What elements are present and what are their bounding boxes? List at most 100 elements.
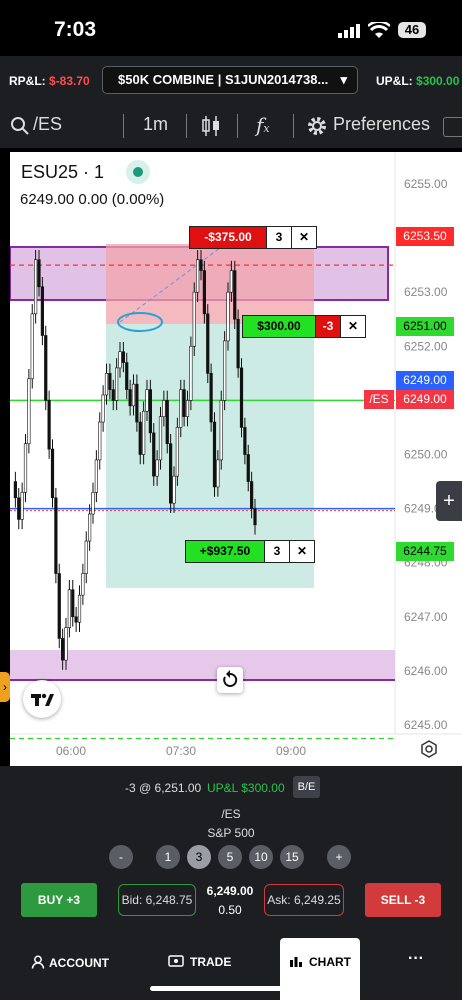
price-chart[interactable]: 6255.006254.006253.006252.006251.006250.…: [10, 152, 462, 766]
candle: [47, 400, 51, 450]
candle: [219, 400, 223, 461]
candle: [64, 627, 68, 661]
close-icon[interactable]: ✕: [289, 541, 314, 562]
qty-decrease-button[interactable]: -: [109, 845, 133, 869]
candle: [142, 410, 146, 455]
candle: [233, 270, 237, 320]
ask-price[interactable]: Ask: 6,249.25: [264, 884, 344, 916]
last-price-tag: 6249.00: [396, 390, 454, 409]
price-tick-label: 6255.00: [404, 177, 448, 191]
price-tick-label: 6252.00: [404, 339, 448, 353]
candle: [91, 492, 95, 515]
target-order-label[interactable]: +$937.50 3 ✕: [185, 540, 315, 563]
wifi-icon: [367, 20, 391, 44]
entry-price-tag: 6251.00: [396, 317, 454, 336]
candle: [226, 291, 230, 342]
account-selector[interactable]: $50K COMBINE | S1JUN2014738... ▾: [102, 66, 358, 94]
candle: [44, 335, 48, 401]
gear-icon[interactable]: [306, 115, 328, 142]
unrealized-pnl: UP&L: $300.00: [376, 74, 459, 88]
candle: [179, 389, 183, 428]
qty-3-button[interactable]: 3: [187, 845, 211, 869]
close-icon[interactable]: ✕: [340, 316, 365, 337]
candle: [185, 400, 190, 417]
candle: [40, 286, 44, 336]
reset-icon: [223, 670, 238, 687]
candle: [162, 400, 166, 417]
bar-chart-icon: [290, 957, 302, 967]
chart-settings-icon[interactable]: [420, 740, 438, 763]
sell-button[interactable]: SELL -3: [365, 883, 441, 917]
candle: [138, 421, 142, 455]
candle: [54, 497, 58, 574]
nav-chart[interactable]: CHART: [289, 955, 351, 969]
last-trade-price: 6,249.00: [206, 884, 254, 898]
rpl-label: RP&L:: [9, 74, 46, 88]
candle: [189, 346, 193, 401]
stop-order-label[interactable]: -$375.00 3 ✕: [189, 226, 317, 249]
tradingview-logo[interactable]: [23, 680, 61, 718]
toolbar-divider: [237, 114, 238, 138]
nav-more[interactable]: ···: [408, 950, 424, 968]
toolbar-overflow[interactable]: [443, 117, 462, 137]
candle: [121, 351, 125, 363]
candle: [20, 492, 24, 520]
entry-order-label[interactable]: $300.00 -3 ✕: [242, 315, 366, 338]
add-overlay-button[interactable]: +: [436, 481, 462, 521]
person-icon: [31, 955, 45, 969]
position-upl: UP&L $300.00: [207, 781, 285, 795]
nav-trade[interactable]: TRADE: [168, 955, 231, 969]
candle: [111, 389, 115, 401]
candle: [81, 573, 85, 596]
candle: [101, 394, 105, 423]
qty-10-button[interactable]: 10: [249, 845, 273, 869]
price-tick-label: 6253.00: [404, 285, 448, 299]
reset-chart-button[interactable]: [217, 667, 243, 693]
interval-button[interactable]: 1m: [143, 114, 168, 135]
drawing-panel-toggle[interactable]: ›: [0, 672, 10, 702]
target-qty: 3: [264, 541, 289, 562]
qty-increase-button[interactable]: +: [327, 845, 351, 869]
candle: [239, 367, 244, 428]
home-indicator: [150, 986, 312, 991]
instrument-symbol: /ES: [221, 807, 241, 821]
candle: [61, 638, 65, 661]
candle: [165, 400, 169, 444]
toolbar-divider: [186, 114, 187, 138]
instrument-name: S&P 500: [207, 826, 255, 840]
candles-icon[interactable]: [201, 115, 221, 142]
close-icon[interactable]: ✕: [291, 227, 316, 248]
candle: [23, 443, 28, 493]
nav-account[interactable]: ACCOUNT: [31, 955, 109, 970]
price-tick-label: 6247.00: [404, 610, 448, 624]
symbol-search[interactable]: /ES: [33, 114, 62, 135]
price-tick-label: 6250.00: [404, 448, 448, 462]
ticket-icon: [168, 955, 184, 967]
upl-value: $300.00: [416, 74, 460, 88]
chart-quote: 6249.00 0.00 (0.00%): [20, 191, 165, 208]
search-icon[interactable]: [10, 116, 30, 141]
qty-1-button[interactable]: 1: [156, 845, 180, 869]
price-tick-label: 6246.00: [404, 664, 448, 678]
candle: [175, 427, 179, 477]
target-pnl: +$937.50: [186, 541, 264, 562]
breakeven-button[interactable]: B/E: [293, 776, 320, 798]
time-tick-label: 06:00: [56, 744, 86, 758]
buy-button[interactable]: BUY +3: [21, 883, 97, 917]
candle: [17, 497, 21, 520]
spread-value: 0.50: [218, 903, 242, 917]
candle: [243, 427, 247, 455]
candle: [50, 448, 55, 499]
indicators-icon[interactable]: fx: [256, 113, 270, 137]
qty-5-button[interactable]: 5: [218, 845, 242, 869]
chevron-down-icon: ▾: [340, 72, 347, 87]
entry-pnl: $300.00: [243, 316, 315, 337]
candle: [104, 373, 109, 396]
candle: [131, 383, 136, 407]
status-time: 7:03: [54, 18, 97, 41]
qty-15-button[interactable]: 15: [280, 845, 304, 869]
preferences-button[interactable]: Preferences: [333, 114, 430, 135]
bid-price[interactable]: Bid: 6,248.75: [118, 884, 196, 916]
candle: [223, 340, 227, 401]
candle: [115, 367, 119, 401]
